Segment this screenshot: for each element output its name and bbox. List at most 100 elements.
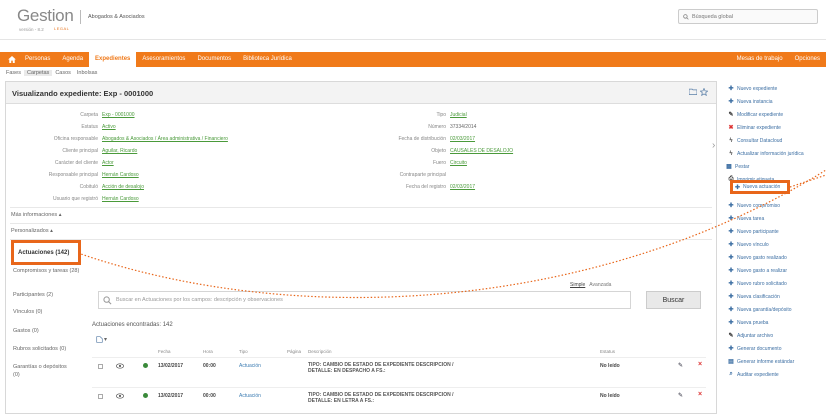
- field-fuero: Fuero Circuito: [356, 160, 656, 169]
- field-value[interactable]: Actor: [102, 160, 114, 166]
- action-garantia[interactable]: ✚ Nueva garantía/depósito: [728, 305, 791, 314]
- field-label: Usuario que registró: [52, 196, 98, 202]
- plus-icon: ✚: [728, 268, 734, 274]
- tab-advanced[interactable]: Avanzada: [589, 282, 611, 288]
- col-fecha[interactable]: Fecha: [158, 349, 171, 354]
- more-info-toggle[interactable]: Más informaciones ▴: [11, 212, 61, 218]
- field-value[interactable]: Aguilar, Ricardo: [102, 148, 137, 154]
- action-prestar[interactable]: ▦ Pestar: [726, 162, 749, 171]
- action-generar-informe[interactable]: ▤ Generar informe estándar: [728, 357, 794, 366]
- table-row[interactable]: 13/02/2017 00:00 Actuación TIPO: CAMBIO …: [6, 361, 716, 385]
- action-actualizar[interactable]: ϟ Actualizar información jurídica: [728, 149, 804, 158]
- field-value[interactable]: 02/03/2017: [450, 184, 475, 190]
- star-icon[interactable]: [700, 88, 708, 96]
- action-gasto-realizado[interactable]: ✚ Nuevo gasto realizado: [728, 253, 787, 262]
- action-label: Actualizar información jurídica: [737, 150, 804, 157]
- nav-biblioteca[interactable]: Biblioteca Jurídica: [237, 52, 298, 67]
- field-cliente: Cliente principal Aguilar, Ricardo: [6, 148, 356, 157]
- delete-icon[interactable]: ×: [698, 361, 702, 368]
- tab-vinculos[interactable]: Vínculos (0): [13, 309, 42, 317]
- field-value[interactable]: Circuito: [450, 160, 467, 166]
- row-checkbox[interactable]: [98, 364, 103, 369]
- document-menu-button[interactable]: ▾: [96, 336, 107, 343]
- row-checkbox[interactable]: [98, 394, 103, 399]
- table-row[interactable]: 13/02/2017 00:00 Actuación TIPO: CAMBIO …: [6, 391, 716, 414]
- status-dot-icon: [143, 393, 148, 398]
- action-nuevo-participante[interactable]: ✚ Nuevo participante: [728, 227, 778, 236]
- subnav-casos[interactable]: Casos: [52, 70, 74, 76]
- action-gasto-realizar[interactable]: ✚ Nuevo gasto a realizar: [728, 266, 787, 275]
- field-label: Estatus: [81, 124, 98, 130]
- nav-mesas[interactable]: Mesas de trabajo: [731, 52, 789, 67]
- field-value[interactable]: CAUSALES DE DESALOJO: [450, 148, 513, 154]
- edit-icon[interactable]: ✎: [678, 392, 683, 399]
- field-value[interactable]: Activo: [102, 124, 116, 130]
- field-value[interactable]: Exp - 0001000: [102, 112, 135, 118]
- app-logo[interactable]: Gestion LEGAL: [17, 6, 74, 31]
- subnav-inbolsas[interactable]: Inbolsas: [74, 70, 101, 76]
- field-value[interactable]: Abogados & Asociados / Área administrati…: [102, 136, 228, 142]
- action-modificar[interactable]: ✎ Modificar expediente: [728, 110, 783, 119]
- field-value[interactable]: Acción de desalojo: [102, 184, 144, 190]
- row-tipo[interactable]: Actuación: [239, 363, 261, 369]
- subnav-carpetas[interactable]: Carpetas: [23, 70, 53, 76]
- row-tipo[interactable]: Actuación: [239, 393, 261, 399]
- table-header: Fecha Hora Tipo Página Descripción Estat…: [6, 349, 716, 356]
- nav-documentos[interactable]: Documentos: [191, 52, 237, 67]
- book-icon: ▦: [726, 164, 732, 170]
- nav-opciones[interactable]: Opciones: [789, 52, 826, 67]
- personalized-toggle[interactable]: Personalizados ▴: [11, 228, 53, 234]
- action-consultar[interactable]: ϟ Consultar Datacloud: [728, 136, 782, 145]
- action-label: Generar informe estándar: [737, 358, 795, 365]
- search-button[interactable]: Buscar: [646, 291, 701, 309]
- global-search-input[interactable]: Búsqueda global: [678, 9, 818, 24]
- action-rubro[interactable]: ✚ Nuevo rubro solicitado: [728, 279, 786, 288]
- nav-agenda[interactable]: Agenda: [56, 52, 89, 67]
- col-tipo[interactable]: Tipo: [239, 349, 248, 354]
- tab-compromisos[interactable]: Compromisos y tareas (28): [13, 268, 83, 276]
- field-carpeta: Carpeta Exp - 0001000: [6, 112, 356, 121]
- action-adjuntar[interactable]: ✎ Adjuntar archivo: [728, 331, 773, 340]
- tab-participantes[interactable]: Participantes (2): [13, 292, 53, 300]
- col-estatus[interactable]: Estatus: [600, 349, 615, 354]
- actuaciones-search-input[interactable]: Buscar en Actuaciones por los campos: de…: [98, 291, 631, 309]
- col-descripcion[interactable]: Descripción: [308, 349, 332, 354]
- folder-icon[interactable]: [689, 88, 697, 95]
- eye-icon[interactable]: [116, 393, 124, 399]
- field-value[interactable]: 02/03/2017: [450, 136, 475, 142]
- col-hora[interactable]: Hora: [203, 349, 213, 354]
- home-icon[interactable]: [5, 52, 19, 67]
- field-value[interactable]: Hernán Cardoso: [102, 196, 139, 202]
- divider: [92, 387, 706, 388]
- action-nueva-instancia[interactable]: ✚ Nueva instancia: [728, 97, 772, 106]
- nav-expedientes[interactable]: Expedientes: [89, 52, 137, 67]
- field-contraparte: Contraparte principal: [356, 172, 656, 181]
- eye-icon[interactable]: [116, 363, 124, 369]
- nav-personas[interactable]: Personas: [19, 52, 56, 67]
- delete-icon[interactable]: ×: [698, 391, 702, 398]
- action-generar-documento[interactable]: ✚ Generar documento: [728, 344, 781, 353]
- action-label: Nuevo gasto realizado: [737, 254, 787, 261]
- nav-asesoramientos[interactable]: Asesoramientos: [136, 52, 191, 67]
- action-nueva-actuacion[interactable]: ✚ Nueva actuación: [730, 180, 790, 194]
- action-nuevo-vinculo[interactable]: ✚ Nuevo vínculo: [728, 240, 768, 249]
- action-nuevo-expediente[interactable]: ✚ Nuevo expediente: [728, 84, 777, 93]
- edit-icon[interactable]: ✎: [678, 362, 683, 369]
- action-nueva-tarea[interactable]: ✚ Nueva tarea: [728, 214, 764, 223]
- action-eliminar[interactable]: ✖ Eliminar expediente: [728, 123, 780, 132]
- action-prueba[interactable]: ✚ Nueva prueba: [728, 318, 768, 327]
- subnav-fases[interactable]: Fases: [3, 70, 24, 76]
- tab-simple[interactable]: Simple: [570, 282, 585, 288]
- tab-gastos[interactable]: Gastos (0): [13, 328, 39, 336]
- top-header: Gestion LEGAL versión - 8.2 Abogados & A…: [0, 0, 826, 40]
- action-auditar[interactable]: ⌕ Auditar expediente: [728, 370, 778, 379]
- action-clasificacion[interactable]: ✚ Nueva clasificación: [728, 292, 779, 301]
- actuaciones-count: Actuaciones encontradas: 142: [92, 322, 173, 328]
- col-pagina[interactable]: Página: [287, 349, 301, 354]
- tab-actuaciones[interactable]: Actuaciones (142): [11, 240, 81, 265]
- field-value[interactable]: Judicial: [450, 112, 467, 118]
- action-label: Adjuntar archivo: [737, 332, 774, 339]
- field-value[interactable]: Hernán Cardoso: [102, 172, 139, 178]
- action-nuevo-compromiso[interactable]: ✚ Nuevo compromiso: [728, 201, 780, 210]
- chevron-right-icon[interactable]: ›: [712, 140, 715, 151]
